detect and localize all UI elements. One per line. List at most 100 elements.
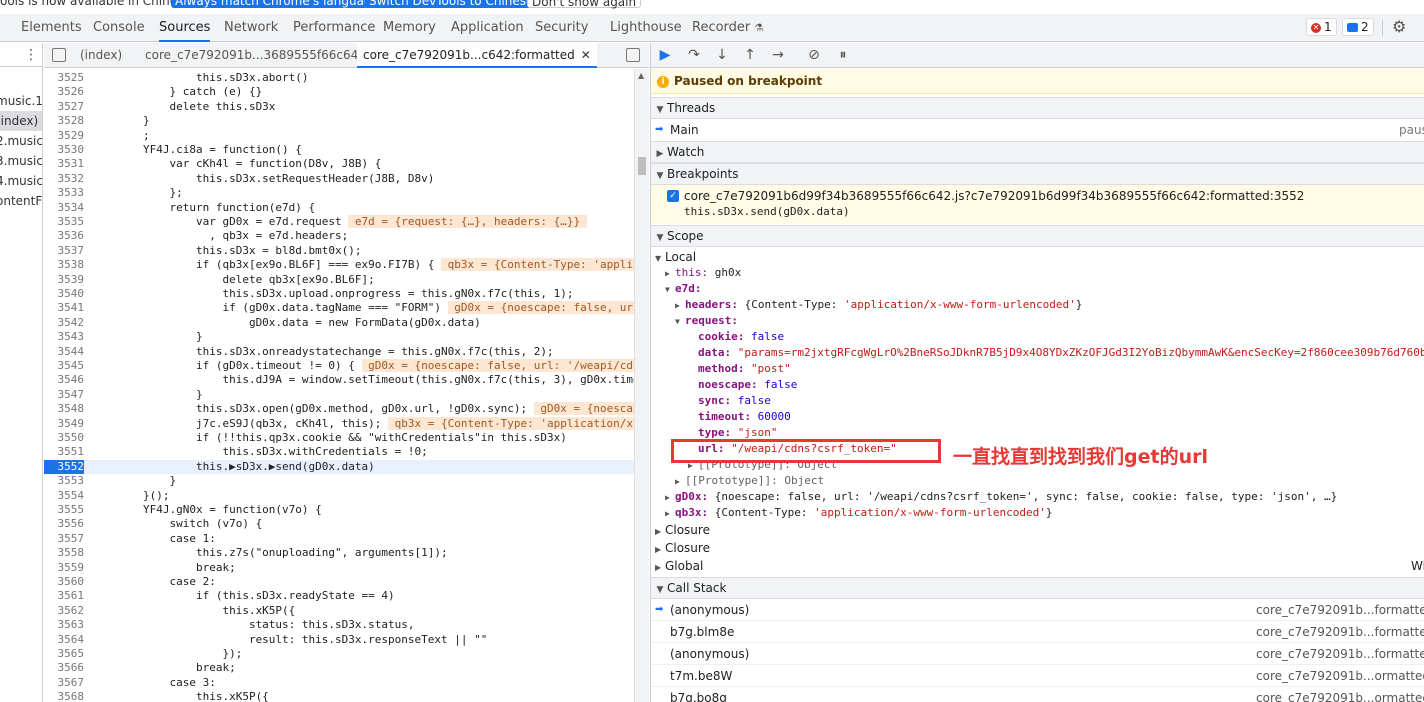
code-line[interactable]: 3556 switch (v7o) {	[44, 517, 634, 531]
callstack-frame[interactable]: b7g.blm8e core_c7e792091b...formatted:35	[651, 621, 1424, 643]
scope-closure[interactable]: ▶ Closure	[655, 539, 710, 557]
line-number[interactable]: 3549	[44, 417, 85, 431]
line-number[interactable]: 3566	[44, 661, 85, 675]
step-out-icon[interactable]: ↑	[742, 47, 758, 63]
prop-noescape[interactable]: noescape: false	[698, 377, 797, 393]
navigator-item[interactable]: 4.music.1	[0, 171, 42, 191]
code-line[interactable]: 3542 gD0x.data = new FormData(gD0x.data)	[44, 316, 634, 330]
step-into-icon[interactable]: ↓	[714, 47, 730, 63]
frame-location[interactable]: core_c7e792091b...ormatted:134	[1256, 665, 1424, 687]
dont-show-again-button[interactable]: Don't show again	[527, 0, 642, 9]
scope-section-header[interactable]: ▼ Scope	[651, 225, 1424, 247]
error-count-badge[interactable]: ✕ 1	[1306, 18, 1337, 36]
line-number[interactable]: 3560	[44, 575, 85, 589]
code-line[interactable]: 3531 var cKh4l = function(D8v, J8B) {	[44, 157, 634, 171]
breakpoints-section-header[interactable]: ▼ Breakpoints	[651, 163, 1424, 185]
code-line[interactable]: 3536 , qb3x = e7d.headers;	[44, 229, 634, 243]
scope-var-qb3x[interactable]: ▶ qb3x: {Content-Type: 'application/x-www…	[665, 505, 1053, 521]
prop-cookie[interactable]: cookie: false	[698, 329, 784, 345]
line-number[interactable]: 3557	[44, 532, 85, 546]
more-options-icon[interactable]: ⋮	[24, 47, 38, 63]
line-number[interactable]: 3559	[44, 561, 85, 575]
line-number[interactable]: 3564	[44, 633, 85, 647]
frame-location[interactable]: core_c7e792091b...formatted:48	[1256, 643, 1424, 665]
line-number[interactable]: 3525	[44, 71, 85, 85]
scroll-thumb[interactable]	[638, 157, 646, 175]
navigator-item[interactable]: ontentFr	[0, 191, 42, 211]
line-number[interactable]: 3545	[44, 359, 85, 373]
pause-on-exceptions-icon[interactable]: ⏸	[835, 47, 851, 63]
line-number[interactable]: 3552	[44, 459, 84, 475]
frame-location[interactable]: core_c7e792091b...ormatted:322	[1256, 687, 1424, 702]
prop-request[interactable]: ▼ request:	[675, 313, 738, 329]
line-number[interactable]: 3537	[44, 244, 85, 258]
line-number[interactable]: 3533	[44, 186, 85, 200]
line-number[interactable]: 3543	[44, 330, 85, 344]
line-number[interactable]: 3563	[44, 618, 85, 632]
tab-lighthouse[interactable]: Lighthouse	[610, 14, 682, 42]
code-line[interactable]: 3554 }();	[44, 489, 634, 503]
code-line[interactable]: 3534 return function(e7d) {	[44, 201, 634, 215]
line-number[interactable]: 3548	[44, 402, 85, 416]
callstack-frame[interactable]: b7g.bo8g core_c7e792091b...ormatted:322	[651, 687, 1424, 702]
scope-var-gD0x[interactable]: ▶ gD0x: {noescape: false, url: '/weapi/cd…	[665, 489, 1337, 505]
breakpoint-item[interactable]: ✓ core_c7e792091b6d99f34b3689555f66c642.…	[651, 185, 1424, 224]
line-number[interactable]: 3546	[44, 373, 85, 387]
code-line[interactable]: 3549 j7c.eS9J(qb3x, cKh4l, this); qb3x =…	[44, 416, 634, 431]
code-line[interactable]: 3561 if (this.sD3x.readyState == 4)	[44, 589, 634, 603]
tab-security[interactable]: Security	[535, 14, 588, 42]
code-line[interactable]: 3539 delete qb3x[ex9o.BL6F];	[44, 273, 634, 287]
editor-tab-core[interactable]: core_c7e792091b...3689555f66c642	[145, 43, 366, 68]
deactivate-breakpoints-icon[interactable]: ⊘	[806, 47, 822, 63]
code-line[interactable]: 3566 break;	[44, 661, 634, 675]
code-line[interactable]: 3560 case 2:	[44, 575, 634, 589]
frame-location[interactable]: core_c7e792091b...formatted:35	[1256, 621, 1424, 643]
code-line[interactable]: 3563 status: this.sD3x.status,	[44, 618, 634, 632]
code-line[interactable]: 3530 YF4J.ci8a = function() {	[44, 143, 634, 157]
code-line[interactable]: 3565 });	[44, 647, 634, 661]
line-number[interactable]: 3526	[44, 85, 85, 99]
code-line[interactable]: 3545 if (gD0x.timeout != 0) { gD0x = {no…	[44, 359, 634, 373]
code-line[interactable]: 3567 case 3:	[44, 676, 634, 690]
scope-local[interactable]: ▼ Local	[655, 248, 696, 266]
callstack-frame[interactable]: t7m.be8W core_c7e792091b...ormatted:134	[651, 665, 1424, 687]
line-number[interactable]: 3568	[44, 690, 85, 702]
line-number[interactable]: 3542	[44, 316, 85, 330]
line-number[interactable]: 3551	[44, 445, 85, 459]
line-number[interactable]: 3547	[44, 388, 85, 402]
breakpoint-checkbox[interactable]: ✓	[667, 190, 679, 202]
threads-section-header[interactable]: ▼ Threads	[651, 97, 1424, 119]
code-line[interactable]: 3541 if (gD0x.data.tagName === "FORM") g…	[44, 301, 634, 315]
line-number[interactable]: 3558	[44, 546, 85, 560]
line-number[interactable]: 3529	[44, 129, 85, 143]
code-line[interactable]: 3548 this.sD3x.open(gD0x.method, gD0x.ur…	[44, 402, 634, 416]
tab-sources[interactable]: Sources	[159, 14, 211, 42]
step-over-icon[interactable]: ↷	[686, 47, 702, 63]
tab-elements[interactable]: Elements	[21, 14, 82, 42]
prop-sync[interactable]: sync: false	[698, 393, 771, 409]
tab-network[interactable]: Network	[224, 14, 278, 42]
code-line[interactable]: 3564 result: this.sD3x.responseText || "…	[44, 633, 634, 647]
code-line[interactable]: 3532 this.sD3x.setRequestHeader(J8B, D8v…	[44, 172, 634, 186]
line-number[interactable]: 3530	[44, 143, 85, 157]
line-number[interactable]: 3532	[44, 172, 85, 186]
code-line[interactable]: 3557 case 1:	[44, 532, 634, 546]
code-line[interactable]: 3528 }	[44, 114, 634, 128]
code-line[interactable]: 3546 this.dJ9A = window.setTimeout(this.…	[44, 373, 635, 387]
scope-closure[interactable]: ▶ Closure	[655, 521, 710, 539]
line-number[interactable]: 3535	[44, 215, 85, 229]
line-number[interactable]: 3534	[44, 201, 85, 215]
callstack-frame[interactable]: (anonymous) core_c7e792091b...formatted:4…	[651, 643, 1424, 665]
code-editor[interactable]: 3525 this.sD3x.abort() 3526 } catch (e) {…	[44, 69, 634, 702]
code-line-current[interactable]: 3552 this.▶sD3x.▶send(gD0x.data)	[44, 459, 634, 475]
scope-var-this[interactable]: ▶ this: gh0x	[665, 265, 741, 281]
code-line[interactable]: 3535 var gD0x = e7d.request e7d = {reque…	[44, 215, 634, 229]
code-line[interactable]: 3529 ;	[44, 129, 634, 143]
line-number[interactable]: 3562	[44, 604, 85, 618]
navigator-item[interactable]: 2.music.1	[0, 131, 42, 151]
scope-var-e7d[interactable]: ▼ e7d:	[665, 281, 702, 297]
navigator-item[interactable]: (index)	[0, 111, 42, 131]
code-line[interactable]: 3562 this.xK5P({	[44, 604, 634, 618]
line-number[interactable]: 3555	[44, 503, 85, 517]
line-number[interactable]: 3561	[44, 589, 85, 603]
